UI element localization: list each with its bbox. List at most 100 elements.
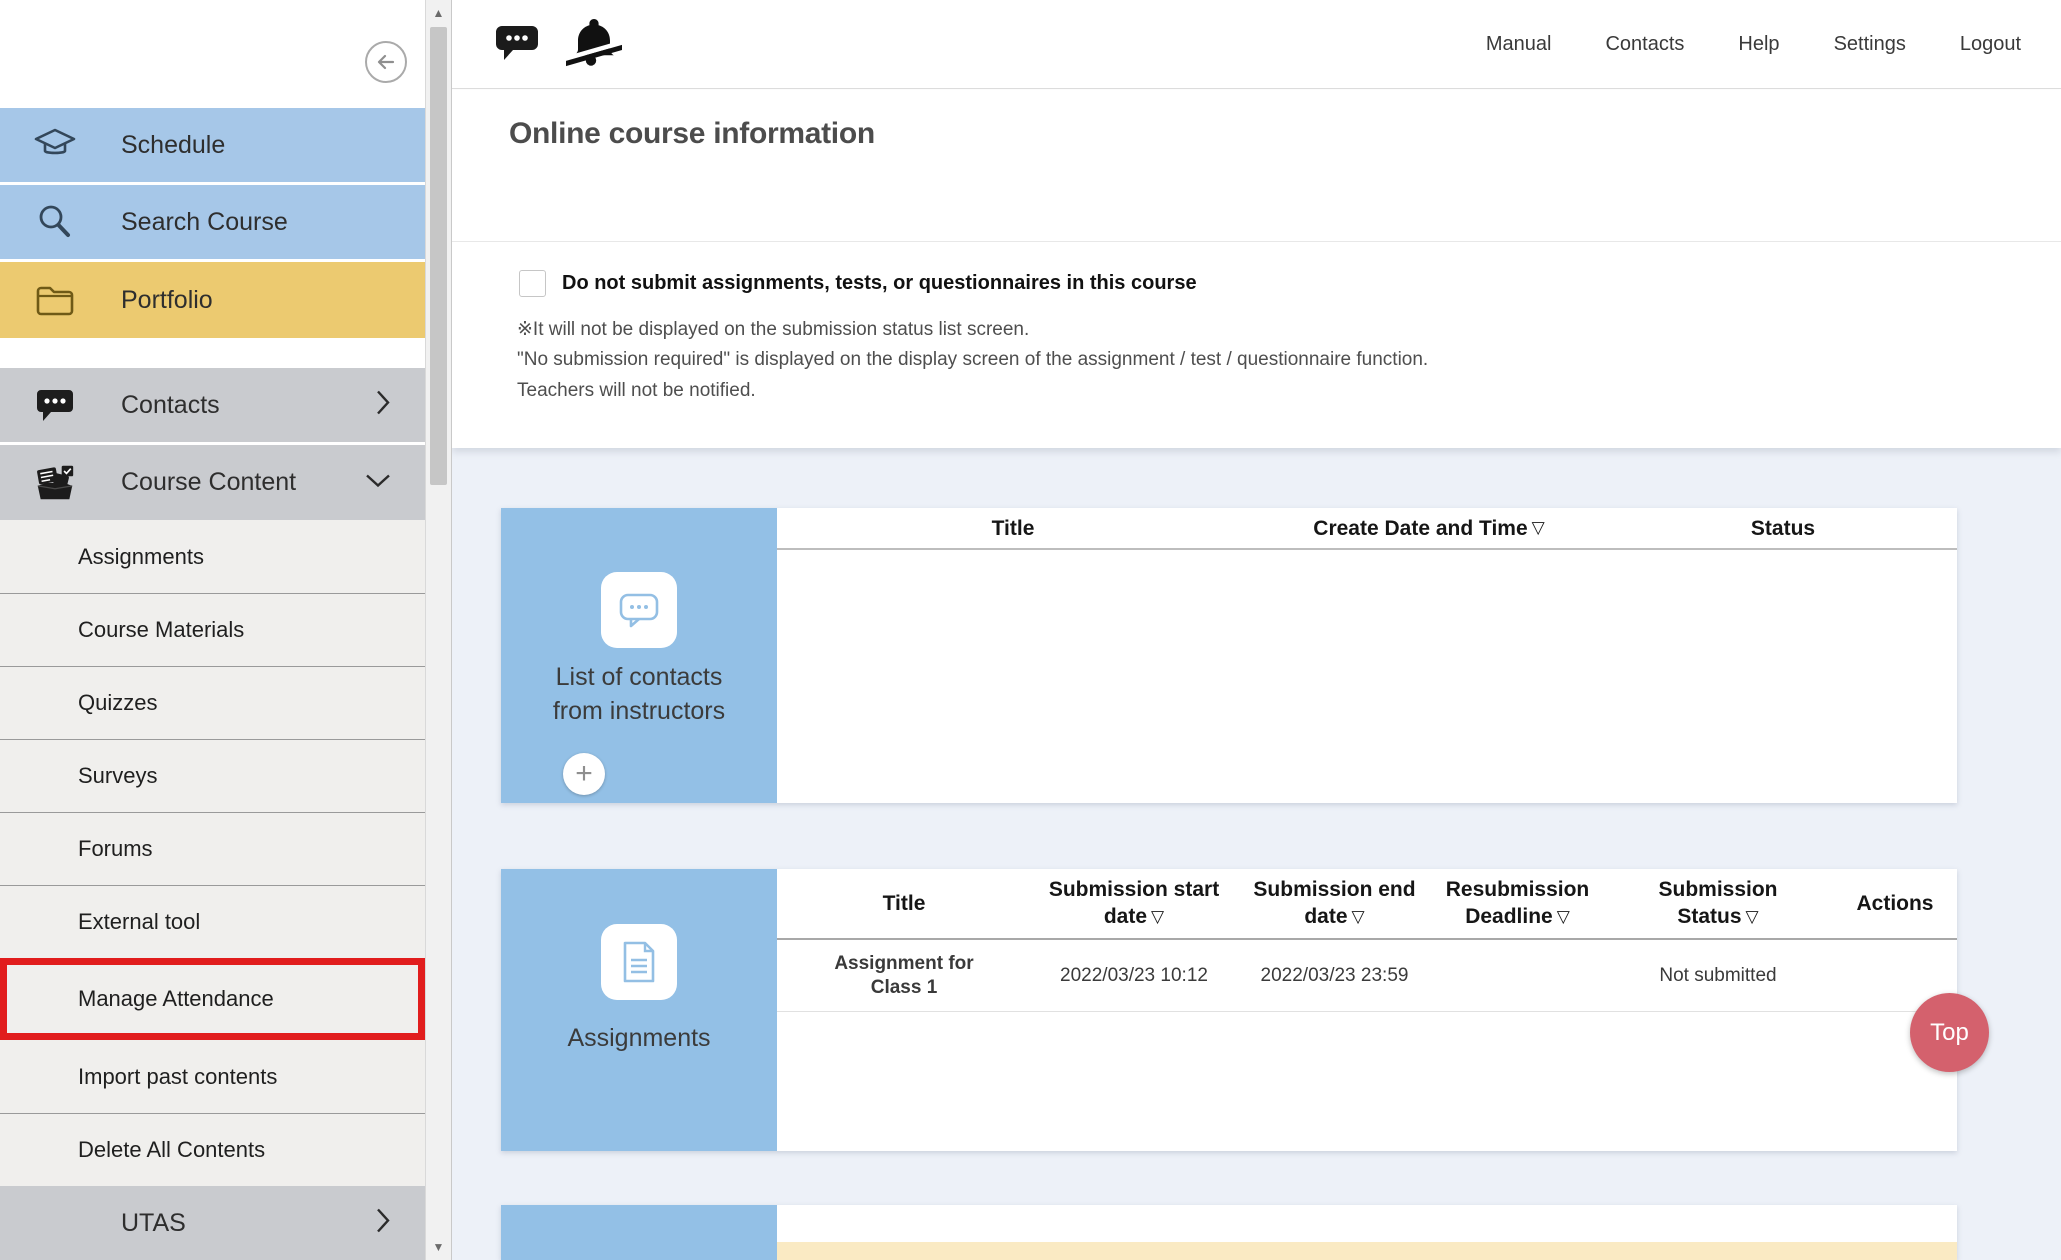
sidebar-item-utas[interactable]: UTAS	[0, 1186, 425, 1260]
cell-title[interactable]: Assignment for Class 1	[777, 940, 1031, 1011]
scrollbar-thumb[interactable]	[430, 27, 447, 485]
bottom-panel	[501, 1205, 1957, 1260]
chat-bubble-icon	[33, 383, 77, 427]
contacts-card[interactable]: List of contacts from instructors +	[501, 508, 777, 803]
topbar-icons	[494, 0, 622, 89]
assignments-card-label: Assignments	[501, 1021, 777, 1055]
sidebar-item-label: Course Content	[121, 468, 296, 497]
sidebar-item-course-content[interactable]: Course Content	[0, 445, 425, 520]
sidebar-item-label: Surveys	[78, 763, 157, 789]
notification-bell-icon[interactable]	[566, 14, 622, 75]
cell-submission-status: Not submitted	[1603, 940, 1833, 1011]
note-line-1: ※It will not be displayed on the submiss…	[517, 318, 1029, 341]
sidebar-item-schedule[interactable]: Schedule	[0, 108, 425, 182]
assignments-table-header: Title Submission start date▽ Submission …	[777, 869, 1957, 940]
sort-icon[interactable]: ▽	[1348, 907, 1365, 926]
section-divider	[452, 241, 2061, 242]
topnav-manual[interactable]: Manual	[1486, 33, 1552, 56]
cell-submission-end: 2022/03/23 23:59	[1237, 940, 1432, 1011]
sidebar-collapse-button[interactable]	[365, 41, 407, 83]
note-line-3: Teachers will not be notified.	[517, 380, 756, 402]
scroll-down-icon: ▼	[433, 1240, 445, 1254]
sidebar-item-label: Manage Attendance	[78, 986, 274, 1012]
sidebar-item-label: Assignments	[78, 544, 204, 570]
sidebar-item-surveys[interactable]: Surveys	[0, 739, 425, 812]
highlighted-row[interactable]	[777, 1242, 1957, 1260]
col-submission-status[interactable]: Submission Status▽	[1603, 869, 1833, 938]
sidebar-item-course-materials[interactable]: Course Materials	[0, 593, 425, 666]
cell-submission-start: 2022/03/23 10:12	[1031, 940, 1237, 1011]
topnav-logout[interactable]: Logout	[1960, 33, 2021, 56]
chevron-right-icon	[375, 390, 391, 421]
sidebar-item-external-tool[interactable]: External tool	[0, 885, 425, 958]
bottom-panel-table	[777, 1205, 1957, 1260]
chat-bubble-icon	[617, 590, 661, 630]
contacts-table-header: Title Create Date and Time ▽ Status	[777, 508, 1957, 550]
sidebar-item-label: Import past contents	[78, 1064, 277, 1090]
col-title: Title	[777, 869, 1031, 938]
col-resubmission-deadline[interactable]: Resubmission Deadline▽	[1432, 869, 1603, 938]
col-submission-end[interactable]: Submission end date▽	[1237, 869, 1432, 938]
sidebar-item-label: Search Course	[121, 208, 288, 237]
course-info-section: Online course information Do not submit …	[452, 90, 2061, 448]
note-line-2: "No submission required" is displayed on…	[517, 349, 1428, 371]
scrollbar-up-button[interactable]: ▲	[426, 0, 451, 26]
sidebar-item-label: Delete All Contents	[78, 1137, 265, 1163]
sidebar-item-assignments[interactable]: Assignments	[0, 520, 425, 593]
contacts-table: Title Create Date and Time ▽ Status	[777, 508, 1957, 803]
topnav-settings[interactable]: Settings	[1834, 33, 1906, 56]
sidebar-item-import-past-contents[interactable]: Import past contents	[0, 1040, 425, 1113]
messages-icon[interactable]	[494, 22, 540, 67]
sidebar-item-forums[interactable]: Forums	[0, 812, 425, 885]
add-contact-button[interactable]: +	[563, 753, 605, 795]
sidebar-item-contacts[interactable]: Contacts	[0, 368, 425, 442]
sidebar-item-manage-attendance[interactable]: Manage Attendance	[0, 958, 425, 1040]
chevron-right-icon	[375, 1208, 391, 1239]
col-submission-start[interactable]: Submission start date▽	[1031, 869, 1237, 938]
course-content-box-icon	[33, 461, 77, 505]
no-submit-checkbox[interactable]	[519, 270, 546, 297]
sidebar-scrollbar[interactable]: ▲ ▼	[425, 0, 452, 1260]
sort-icon[interactable]: ▽	[1147, 907, 1164, 926]
col-actions: Actions	[1833, 869, 1957, 938]
sidebar-item-label: Portfolio	[121, 286, 213, 315]
sidebar-item-label: External tool	[78, 909, 200, 935]
plus-icon: +	[575, 759, 593, 789]
no-submit-label: Do not submit assignments, tests, or que…	[562, 272, 1197, 295]
bottom-panel-card[interactable]	[501, 1205, 777, 1260]
page-title: Online course information	[509, 117, 875, 151]
col-create-date[interactable]: Create Date and Time ▽	[1249, 508, 1609, 548]
chevron-down-icon	[365, 472, 391, 493]
sidebar-item-search-course[interactable]: Search Course	[0, 185, 425, 259]
sidebar-item-portfolio[interactable]: Portfolio	[0, 262, 425, 338]
topbar: Manual Contacts Help Settings Logout	[452, 0, 2061, 89]
arrow-left-icon	[374, 50, 398, 74]
topnav-help[interactable]: Help	[1738, 33, 1779, 56]
search-icon	[33, 200, 77, 244]
contacts-card-icon-box	[601, 572, 677, 648]
assignments-card-icon-box	[601, 924, 677, 1000]
sidebar-item-label: Quizzes	[78, 690, 157, 716]
scrollbar-down-button[interactable]: ▼	[426, 1234, 451, 1260]
cell-resubmission-deadline	[1432, 940, 1603, 1011]
scroll-to-top-button[interactable]: Top	[1910, 993, 1989, 1072]
topnav-contacts[interactable]: Contacts	[1605, 33, 1684, 56]
assignments-table: Title Submission start date▽ Submission …	[777, 869, 1957, 1151]
document-icon	[620, 940, 658, 984]
sidebar: Schedule Search Course Portfolio Contact…	[0, 0, 425, 1260]
scroll-up-icon: ▲	[433, 6, 445, 20]
contacts-card-label: List of contacts from instructors	[501, 660, 777, 728]
folder-icon	[33, 278, 77, 322]
contacts-panel: List of contacts from instructors + Titl…	[501, 508, 1957, 803]
sidebar-item-label: Schedule	[121, 131, 225, 160]
sidebar-item-delete-all-contents[interactable]: Delete All Contents	[0, 1113, 425, 1186]
sidebar-item-label: Course Materials	[78, 617, 244, 643]
sort-icon[interactable]: ▽	[1528, 514, 1545, 541]
sort-icon[interactable]: ▽	[1553, 907, 1570, 926]
sidebar-item-label: Contacts	[121, 391, 220, 420]
assignments-card[interactable]: Assignments	[501, 869, 777, 1151]
assignment-row[interactable]: Assignment for Class 1 2022/03/23 10:12 …	[777, 940, 1957, 1012]
sidebar-item-quizzes[interactable]: Quizzes	[0, 666, 425, 739]
sort-icon[interactable]: ▽	[1742, 907, 1759, 926]
graduation-cap-icon	[33, 123, 77, 167]
